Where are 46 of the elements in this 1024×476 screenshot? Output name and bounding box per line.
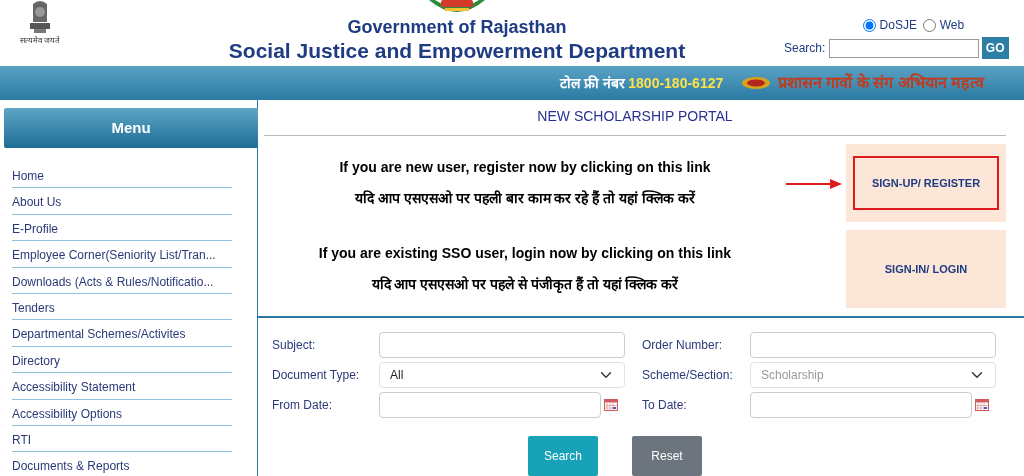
campaign-logo-icon bbox=[741, 76, 772, 90]
field-label: Document Type: bbox=[272, 367, 361, 384]
menu-item[interactable]: About Us bbox=[12, 188, 232, 215]
menu-item[interactable]: Documents & Reports bbox=[12, 452, 232, 476]
site-title: Government of Rajasthan bbox=[347, 18, 567, 38]
emblem-caption: सत्यमेव जयते bbox=[19, 37, 61, 46]
go-button[interactable]: GO bbox=[981, 37, 1009, 60]
field-label: Scheme/Section: bbox=[642, 367, 734, 384]
input-field[interactable] bbox=[750, 332, 996, 358]
date-field[interactable] bbox=[750, 392, 972, 418]
menu-item[interactable]: Home bbox=[12, 162, 232, 189]
instruction-text: यदि आप एसएसओ पर पहले से पंजीकृत हैं तो यहां क्लिक करें bbox=[371, 275, 679, 295]
menu-item[interactable]: Departmental Schemes/Activites bbox=[12, 320, 232, 347]
menu-item[interactable]: RTI bbox=[12, 425, 232, 453]
radio-label[interactable]: Web bbox=[939, 16, 965, 34]
menu-item[interactable]: Employee Corner(Seniority List/Tran... bbox=[12, 241, 232, 268]
menu-item[interactable]: Downloads (Acts & Rules/Notificatio... bbox=[12, 267, 232, 294]
instruction-text: If you are existing SSO user, login now by clicking on this link bbox=[318, 244, 732, 263]
portal-title: NEW SCHOLARSHIP PORTAL bbox=[264, 100, 1006, 136]
field-label: From Date: bbox=[272, 397, 333, 414]
radio-button[interactable] bbox=[863, 18, 877, 32]
instruction-text: यदि आप एसएसओ पर पहली बार काम कर रहे हैं तो यहां क्लिक करें bbox=[355, 189, 695, 208]
tollfree-label: टोल फ्री नंबर bbox=[560, 73, 626, 93]
menu-item[interactable]: Tenders bbox=[12, 293, 232, 321]
field-label: Order Number: bbox=[642, 337, 724, 354]
field-label: To Date: bbox=[642, 397, 688, 414]
menu-item[interactable]: Accessibility Options bbox=[12, 399, 232, 426]
field-label: Subject: bbox=[272, 337, 317, 354]
reset-button[interactable]: Reset bbox=[632, 436, 702, 476]
tollfree-number: 1800-180-6127 bbox=[628, 73, 724, 93]
menu-item[interactable]: Directory bbox=[12, 346, 232, 374]
radio-button[interactable] bbox=[923, 18, 937, 32]
search-field[interactable] bbox=[828, 38, 979, 58]
date-field[interactable] bbox=[379, 392, 601, 418]
dropdown[interactable]: All bbox=[379, 362, 625, 388]
calendar-icon[interactable] bbox=[604, 399, 619, 411]
department-title: Social Justice and Empowerment Department bbox=[228, 37, 686, 63]
input-field[interactable] bbox=[379, 332, 625, 358]
menu-item[interactable]: E-Profile bbox=[12, 214, 232, 242]
register-link[interactable]: SIGN-UP/ REGISTER bbox=[853, 156, 999, 210]
calendar-icon[interactable] bbox=[975, 399, 990, 411]
menu-header: Menu bbox=[4, 108, 258, 148]
search-label: Search: bbox=[784, 40, 826, 58]
radio-label[interactable]: DoSJE bbox=[879, 16, 917, 34]
menu-item[interactable]: Accessibility Statement bbox=[12, 373, 232, 400]
instruction-text: If you are new user, register now by clicking on this link bbox=[339, 158, 711, 177]
